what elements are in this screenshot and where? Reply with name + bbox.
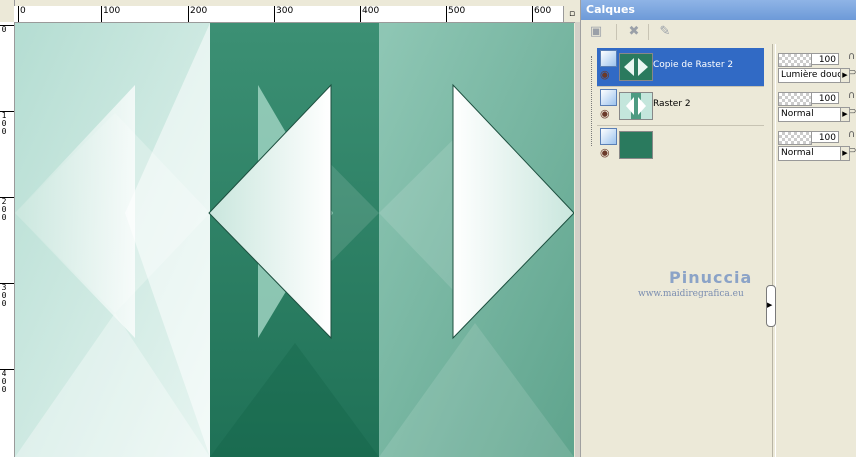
layer-name: Copie de Raster 2 xyxy=(653,60,734,70)
layer-properties-1: 100 ∩ Normal ▶ ⊃ xyxy=(778,90,856,128)
artwork xyxy=(15,23,574,457)
opacity-swatch xyxy=(778,53,812,67)
expand-arrow-icon[interactable]: ▶ xyxy=(767,301,772,309)
layer-properties-icon[interactable]: ✎ xyxy=(654,23,676,41)
tree-connector xyxy=(591,56,592,146)
palette-divider-highlight xyxy=(775,44,776,457)
lock-icon[interactable]: ∩ xyxy=(848,129,856,143)
watermark-name: Pinuccia xyxy=(669,268,753,287)
link-icon[interactable]: ⊃ xyxy=(849,146,856,161)
palette-title[interactable]: Calques xyxy=(581,0,856,20)
visibility-eye-icon[interactable]: ◉ xyxy=(600,108,615,119)
opacity-swatch xyxy=(778,92,812,106)
layers-palette: Calques ▣ ✖ ✎ ◉ Copie de Raster 2 ◉ Rast… xyxy=(580,0,856,457)
ruler-tick xyxy=(446,6,447,22)
layer-properties-2: 100 ∩ Normal ▶ ⊃ xyxy=(778,129,856,167)
toolbar-separator xyxy=(616,24,617,40)
ruler-tick xyxy=(188,6,189,22)
layer-properties-0: 100 ∩ Lumière douce ▶ ⊃ xyxy=(778,51,856,89)
ruler-label: 2 0 0 xyxy=(1,197,7,222)
ruler-label: 200 xyxy=(190,6,208,16)
palette-divider xyxy=(772,44,773,457)
canvas-area[interactable]: 0 100 200 300 400 500 600 ▫ 0 1 0 0 2 0 … xyxy=(0,0,580,457)
new-layer-icon[interactable]: ▣ xyxy=(585,23,607,41)
lock-icon[interactable]: ∩ xyxy=(848,90,856,104)
ruler-corner xyxy=(0,0,15,23)
opacity-swatch xyxy=(778,131,812,145)
layer-thumbnail xyxy=(619,92,653,120)
ruler-label: 1 0 0 xyxy=(1,111,7,136)
toolbar-separator xyxy=(648,24,649,40)
ruler-label: 100 xyxy=(103,6,121,16)
blend-mode-select[interactable]: Normal xyxy=(778,107,842,122)
ruler-tick xyxy=(274,6,275,22)
ruler-label: 400 xyxy=(362,6,380,16)
layer-thumbnail xyxy=(619,131,653,159)
horizontal-ruler[interactable]: 0 100 200 300 400 500 600 ▫ xyxy=(14,6,580,23)
ruler-tick xyxy=(101,6,102,22)
blend-mode-select[interactable]: Normal xyxy=(778,146,842,161)
vertical-ruler[interactable]: 0 1 0 0 2 0 0 3 0 0 4 0 0 xyxy=(0,22,15,457)
document-image[interactable] xyxy=(15,23,574,457)
opacity-field[interactable]: 100 xyxy=(811,92,839,104)
ruler-label: 300 xyxy=(276,6,294,16)
ruler-tick xyxy=(532,6,533,22)
layer-thumbnail xyxy=(619,53,653,81)
layer-type-icon xyxy=(600,128,617,145)
ruler-tick xyxy=(360,6,361,22)
ruler-tick xyxy=(18,6,19,22)
delete-layer-icon[interactable]: ✖ xyxy=(623,23,645,41)
ruler-label: 0 xyxy=(1,25,7,34)
lock-icon[interactable]: ∩ xyxy=(848,51,856,65)
layer-name: Raster 2 xyxy=(653,99,691,109)
layer-type-icon xyxy=(600,89,617,106)
ruler-label: 0 xyxy=(20,6,26,16)
layer-row-raster-2[interactable]: ◉ Raster 2 xyxy=(597,87,764,125)
ruler-label: 3 0 0 xyxy=(1,283,7,308)
layer-type-icon xyxy=(600,50,617,67)
visibility-eye-icon[interactable]: ◉ xyxy=(600,69,615,80)
layer-row-copie-raster-2[interactable]: ◉ Copie de Raster 2 xyxy=(597,48,764,86)
ruler-label: 600 xyxy=(534,6,552,16)
blend-mode-select[interactable]: Lumière douce xyxy=(778,68,842,83)
link-icon[interactable]: ⊃ xyxy=(849,68,856,83)
link-icon[interactable]: ⊃ xyxy=(849,107,856,122)
palette-toolbar: ▣ ✖ ✎ xyxy=(581,20,856,44)
ruler-label: 500 xyxy=(448,6,466,16)
opacity-field[interactable]: 100 xyxy=(811,131,839,143)
layer-row-background[interactable]: ◉ xyxy=(597,126,764,164)
ruler-label: 4 0 0 xyxy=(1,369,7,394)
ruler-unit-button[interactable]: ▫ xyxy=(563,6,580,22)
opacity-field[interactable]: 100 xyxy=(811,53,839,65)
visibility-eye-icon[interactable]: ◉ xyxy=(600,147,615,158)
watermark-url: www.maidiregrafica.eu xyxy=(638,289,744,299)
